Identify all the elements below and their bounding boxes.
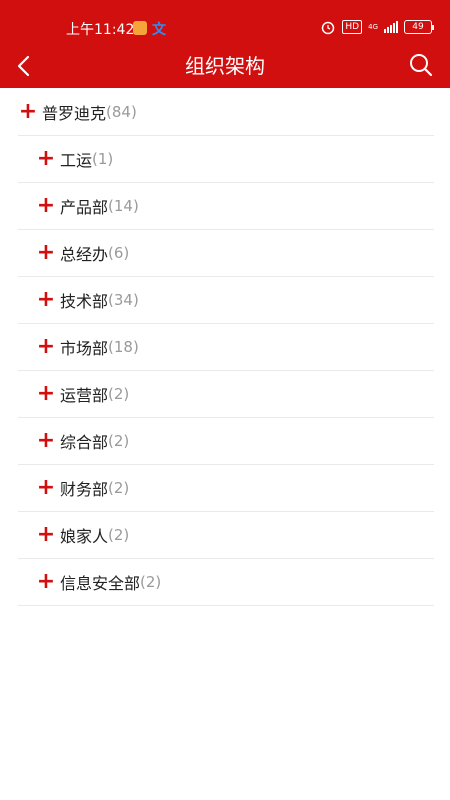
plus-icon[interactable]: + xyxy=(18,101,38,123)
tree-node[interactable]: + 综合部 (2) xyxy=(18,418,434,465)
node-count: (2) xyxy=(108,526,130,544)
plus-icon[interactable]: + xyxy=(36,242,56,264)
chevron-left-icon[interactable] xyxy=(12,52,38,80)
node-count: (2) xyxy=(140,573,162,591)
tree-node[interactable]: + 总经办 (6) xyxy=(18,230,434,277)
translate-app-icon: 文 xyxy=(152,22,166,38)
node-count: (1) xyxy=(92,150,114,168)
node-name: 技术部 xyxy=(60,292,109,311)
status-bar: 上午11:42 文 HD 4G 49 xyxy=(0,0,450,42)
tree-node[interactable]: + 娘家人 (2) xyxy=(18,512,434,559)
plus-icon[interactable]: + xyxy=(36,289,56,311)
node-name: 财务部 xyxy=(60,480,109,499)
node-name: 工运 xyxy=(60,151,93,170)
plus-icon[interactable]: + xyxy=(36,195,56,217)
plus-icon[interactable]: + xyxy=(36,430,56,452)
page-title: 组织架构 xyxy=(185,54,265,78)
tree-node[interactable]: + 运营部 (2) xyxy=(18,371,434,418)
node-count: (6) xyxy=(108,244,130,262)
tree-node[interactable]: + 信息安全部 (2) xyxy=(18,559,434,606)
plus-icon[interactable]: + xyxy=(36,524,56,546)
tree-node[interactable]: + 产品部 (14) xyxy=(18,183,434,230)
node-name: 市场部 xyxy=(60,339,109,358)
node-count: (34) xyxy=(108,291,139,309)
node-name: 娘家人 xyxy=(60,527,109,546)
plus-icon[interactable]: + xyxy=(36,571,56,593)
node-count: (2) xyxy=(108,479,130,497)
signal-icon xyxy=(384,21,398,33)
plus-icon[interactable]: + xyxy=(36,148,56,170)
message-app-icon xyxy=(133,21,147,35)
alarm-icon xyxy=(322,21,335,35)
tree-node[interactable]: + 财务部 (2) xyxy=(18,465,434,512)
org-tree: + 普罗迪克 (84) + 工运 (1) + 产品部 (14) + 总经办 (6… xyxy=(18,89,434,606)
node-count: (14) xyxy=(108,197,139,215)
status-indicators: HD 4G 49 xyxy=(320,17,434,37)
node-name: 信息安全部 xyxy=(60,574,141,593)
node-count: (84) xyxy=(106,103,137,121)
tree-node[interactable]: + 市场部 (18) xyxy=(18,324,434,371)
tree-node-root[interactable]: + 普罗迪克 (84) xyxy=(18,89,434,136)
status-time: 上午11:42 xyxy=(66,22,135,38)
node-name: 总经办 xyxy=(60,245,109,264)
node-count: (18) xyxy=(108,338,139,356)
search-icon[interactable] xyxy=(408,52,434,78)
node-name: 综合部 xyxy=(60,433,109,452)
plus-icon[interactable]: + xyxy=(36,383,56,405)
network-type: 4G xyxy=(368,23,378,31)
node-name: 普罗迪克 xyxy=(42,104,107,123)
node-count: (2) xyxy=(108,385,130,403)
plus-icon[interactable]: + xyxy=(36,336,56,358)
hd-badge: HD xyxy=(342,20,363,34)
node-count: (2) xyxy=(108,432,130,450)
app-header: 上午11:42 文 HD 4G 49 组织架构 xyxy=(0,0,450,88)
node-name: 产品部 xyxy=(60,198,109,217)
tree-node[interactable]: + 工运 (1) xyxy=(18,136,434,183)
node-name: 运营部 xyxy=(60,386,109,405)
plus-icon[interactable]: + xyxy=(36,477,56,499)
battery-indicator: 49 xyxy=(404,20,434,34)
tree-node[interactable]: + 技术部 (34) xyxy=(18,277,434,324)
